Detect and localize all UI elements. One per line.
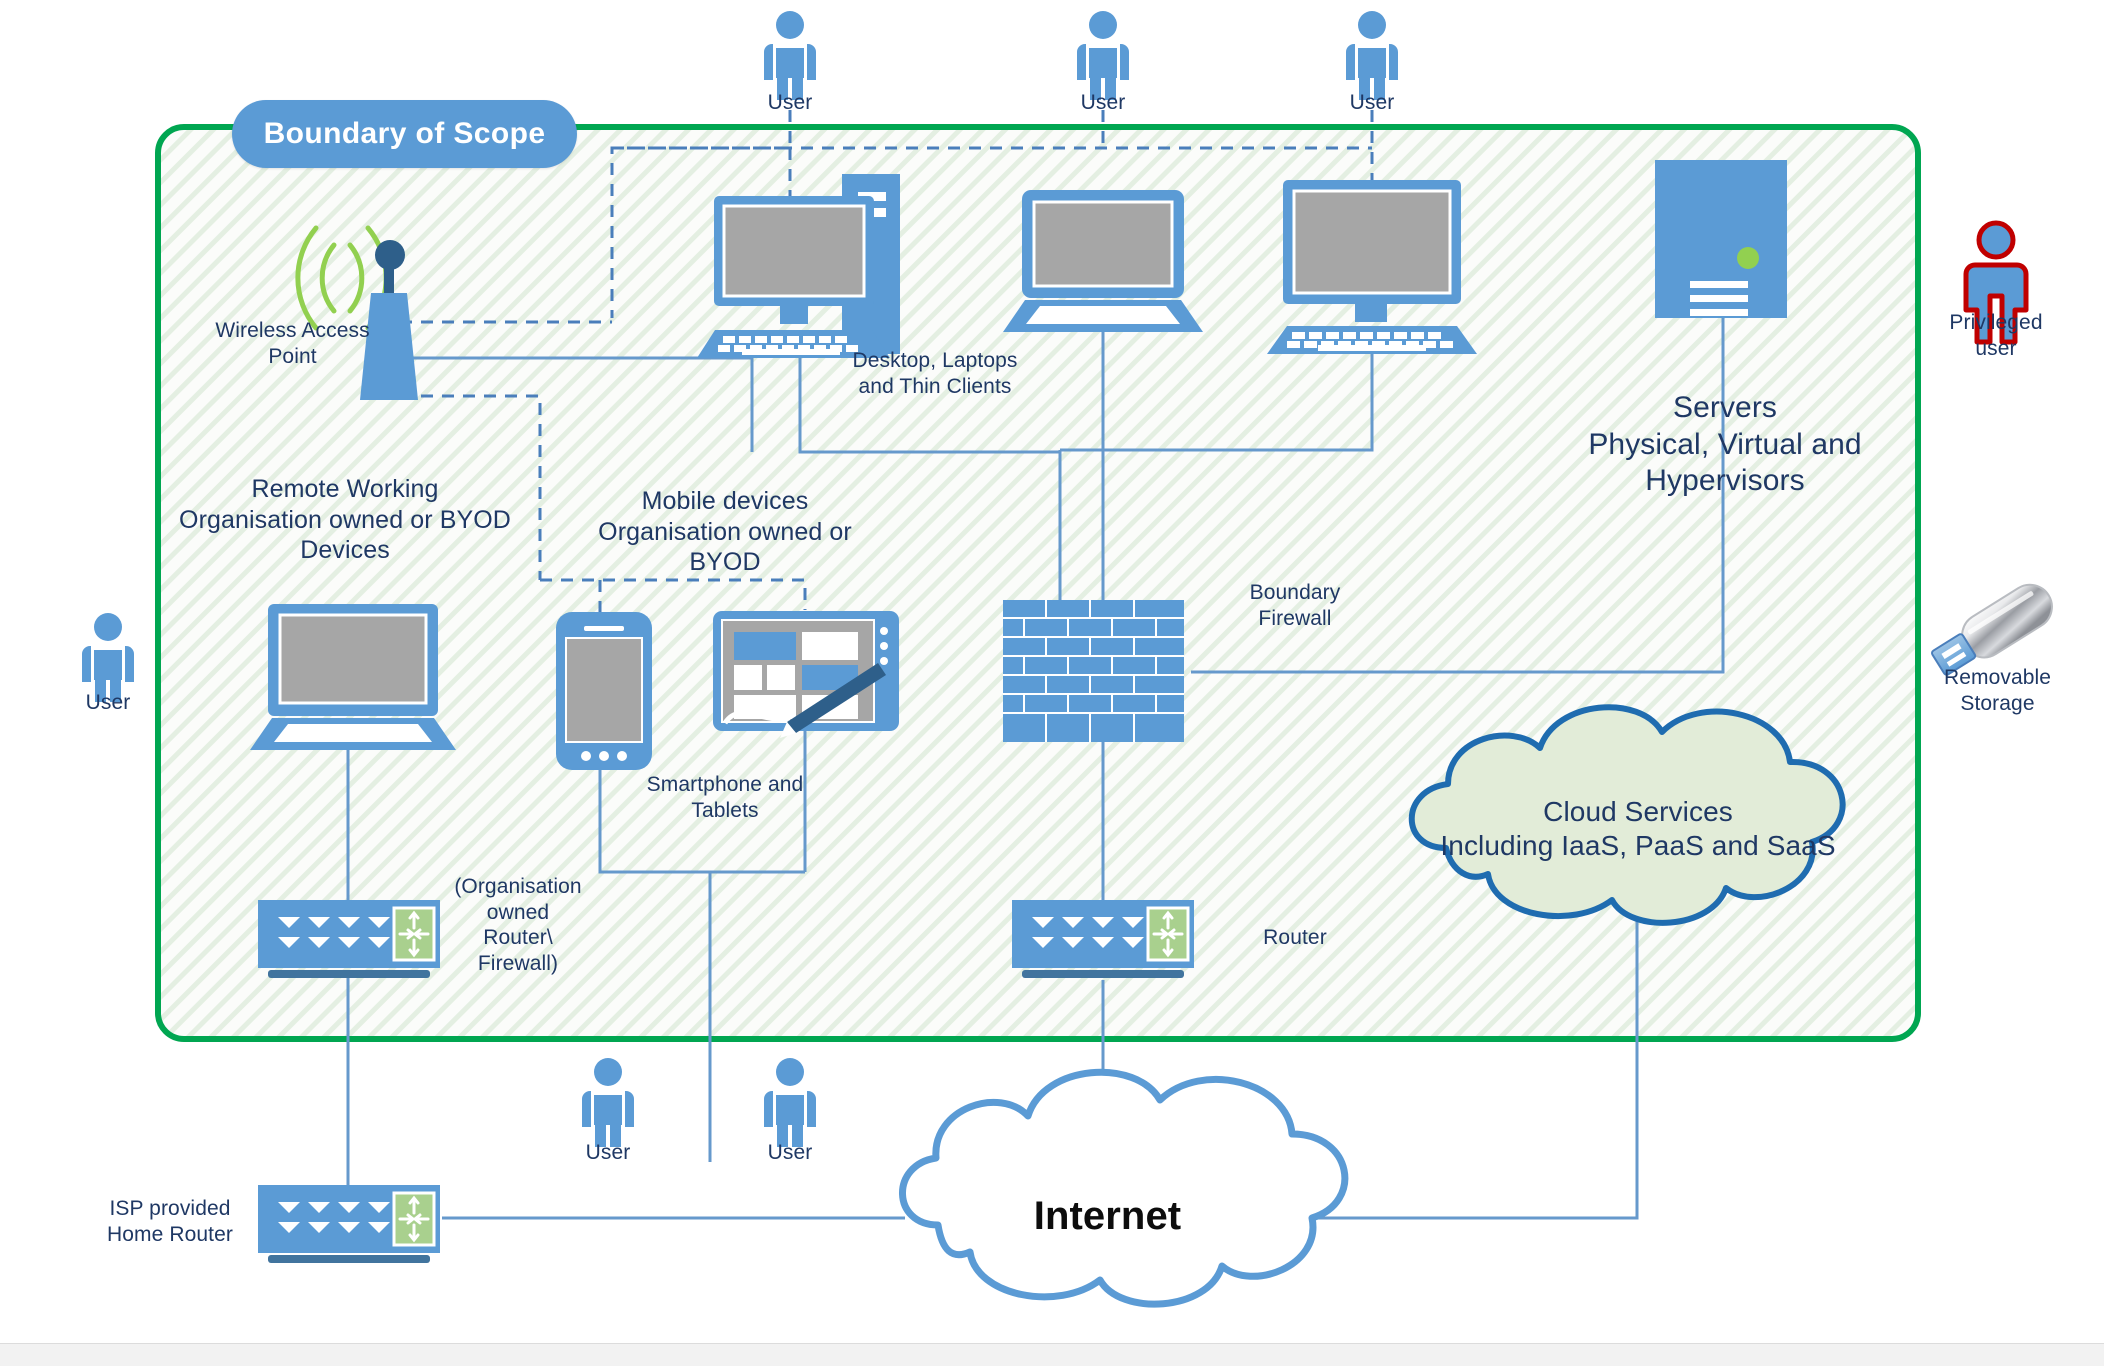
router-icon-organisation [258,900,440,978]
remote-working-label: Remote Working Organisation owned or BYO… [179,475,511,564]
user-icon-top-2 [1077,11,1129,100]
user-label-top-2: User [1080,91,1126,114]
user-icon-bottom-2 [764,1058,816,1147]
user-icon-left [82,613,134,702]
desktop-computer-icon [697,174,900,358]
user-icon-top-1 [764,11,816,100]
laptop-icon [1003,190,1203,332]
internet-label: Internet [1033,1194,1182,1238]
privileged-user-label: Privileged user [1949,311,2043,360]
internet-cloud-icon [899,1068,1349,1308]
user-icon-bottom-1 [582,1058,634,1147]
thin-client-icon [1267,180,1477,354]
server-tower-icon [1655,160,1787,318]
smartphone-icon [556,612,652,770]
boundary-firewall-label: Boundary Firewall [1249,581,1341,630]
cloud-services-label: Cloud Services Including IaaS, PaaS and … [1440,796,1836,862]
boundary-of-scope-label: Boundary of Scope [232,100,577,168]
footer-strip [0,1343,2104,1366]
network-diagram-canvas: Boundary of Scope Wireless Access Point … [0,0,2104,1366]
brick-firewall-icon [1003,600,1184,742]
router-label: Router [1263,926,1327,949]
servers-label: Servers Physical, Virtual and Hypervisor… [1588,391,1862,498]
organisation-router-firewall-label: (Organisation owned Router\ Firewall) [454,875,582,975]
isp-home-router-label: ISP provided Home Router [107,1197,233,1246]
remote-laptop-icon [250,604,456,750]
user-label-top-3: User [1349,91,1395,114]
tablet-stylus-icon [713,611,899,738]
router-icon-isp-home [258,1185,440,1263]
user-label-left: User [85,691,131,714]
router-icon-boundary [1012,900,1194,978]
user-label-bottom-1: User [585,1141,631,1164]
user-icon-top-3 [1346,11,1398,100]
wireless-access-point-label: Wireless Access Point [215,319,370,368]
desktop-laptops-thin-clients-label: Desktop, Laptops and Thin Clients [852,349,1018,398]
mobile-devices-label: Mobile devices Organisation owned or BYO… [598,487,852,576]
user-label-top-1: User [767,91,813,114]
removable-storage-label: Removable Storage [1943,666,2052,715]
user-label-bottom-2: User [767,1141,813,1164]
diagram-graphics-layer [82,11,2053,1308]
smartphone-tablets-label: Smartphone and Tablets [646,773,804,822]
